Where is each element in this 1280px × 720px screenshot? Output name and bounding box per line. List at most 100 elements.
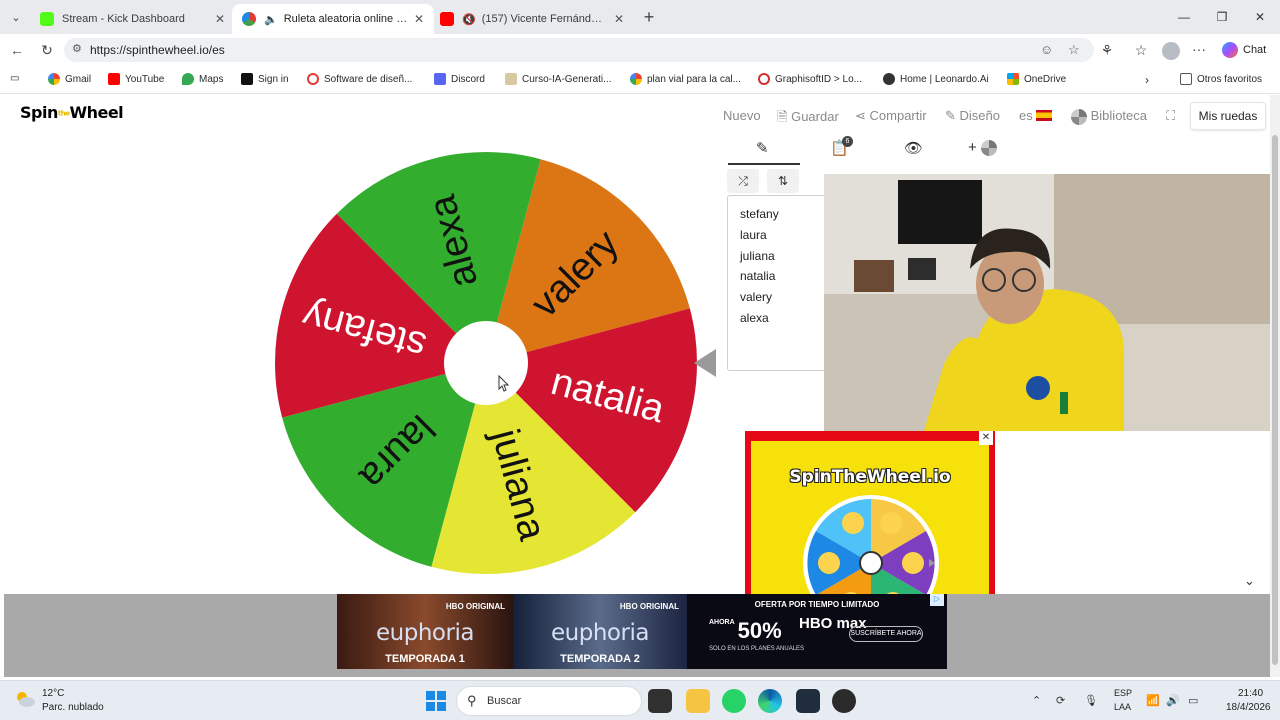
subscribe-button[interactable]: SUSCRÍBETE AHORA xyxy=(849,626,923,642)
promo-percent: 50% xyxy=(737,618,782,643)
hide-eye-icon[interactable]: 👁 xyxy=(904,139,923,157)
windows-start-icon[interactable] xyxy=(426,691,446,711)
bookmark-maps[interactable]: Maps xyxy=(182,73,223,85)
bookmark-sign-in[interactable]: Sign in xyxy=(241,73,289,85)
translate-icon[interactable]: ☺ xyxy=(1040,42,1053,57)
logo-the: the xyxy=(57,109,70,118)
close-icon[interactable]: ✕ xyxy=(215,12,225,26)
bookmark-discord[interactable]: Discord xyxy=(434,73,485,85)
partly-cloudy-icon[interactable] xyxy=(14,690,36,708)
task-view-icon[interactable] xyxy=(648,689,672,713)
bookmark-gmail[interactable]: Gmail xyxy=(48,73,91,85)
keyboard-layout[interactable]: LAA xyxy=(1114,702,1131,712)
whatsapp-icon[interactable] xyxy=(722,689,746,713)
new-tab-button[interactable]: + xyxy=(638,6,660,28)
ad-close-icon[interactable]: ✕ xyxy=(979,431,993,445)
chevron-up-icon[interactable]: ⌃ xyxy=(1032,694,1041,707)
add-wheel-button[interactable]: + xyxy=(968,139,997,157)
chevron-right-icon[interactable]: › xyxy=(1145,73,1149,87)
bookmark-software[interactable]: Software de diseñ... xyxy=(307,73,412,85)
diseno-button[interactable]: ✎ Diseño xyxy=(945,108,1000,124)
entries-list-tab[interactable]: 📋 6 xyxy=(830,136,853,157)
address-bar[interactable]: ⚙ https://spinthewheel.io/es ☺ ☆ xyxy=(64,38,1094,62)
page-scrollbar[interactable] xyxy=(1270,95,1280,677)
battery-icon[interactable]: ▭ xyxy=(1188,694,1198,707)
clock-time[interactable]: 21:40 xyxy=(1238,688,1263,699)
bookmark-graphisoft[interactable]: GraphisoftID > Lo... xyxy=(758,73,862,85)
bookmark-curso[interactable]: Curso-IA-Generati... xyxy=(505,73,611,85)
app-icon[interactable] xyxy=(832,689,856,713)
adchoices-icon[interactable]: ▷ xyxy=(930,594,944,606)
back-icon[interactable]: ← xyxy=(6,40,28,60)
microphone-icon[interactable]: 🎙 xyxy=(1084,694,1098,707)
tab-ruleta[interactable]: 🔈 Ruleta aleatoria online – rulet ✕ xyxy=(232,4,434,34)
entry-line[interactable]: stefany xyxy=(740,204,826,225)
promo-footnote: SOLO EN LOS PLANES ANUALES xyxy=(709,646,805,652)
extensions-icon[interactable]: ⚘ xyxy=(1096,40,1118,60)
copilot-chat-button[interactable]: Chat xyxy=(1222,42,1266,58)
sort-button[interactable]: ⇅ xyxy=(767,169,799,193)
more-menu-icon[interactable]: ··· xyxy=(1192,41,1206,57)
entry-line[interactable]: juliana xyxy=(740,246,826,267)
biblioteca-button[interactable]: Biblioteca xyxy=(1071,108,1147,125)
site-info-icon[interactable]: ⚙ xyxy=(72,42,82,55)
obs-icon[interactable] xyxy=(796,689,820,713)
entry-line[interactable]: valery xyxy=(740,287,826,308)
clock-date[interactable]: 18/4/2026 xyxy=(1226,702,1271,713)
reading-list-icon[interactable]: ▭ xyxy=(10,73,19,84)
profile-avatar[interactable] xyxy=(1162,42,1180,60)
scrollbar-thumb[interactable] xyxy=(1272,135,1278,665)
promo-headline: OFERTA POR TIEMPO LIMITADO xyxy=(754,600,880,609)
shuffle-button[interactable]: ⤮ xyxy=(727,169,759,193)
reload-icon[interactable]: ↻ xyxy=(36,40,58,60)
file-explorer-icon[interactable] xyxy=(686,689,710,713)
guardar-button[interactable]: 🗎 Guardar xyxy=(777,108,839,130)
entry-line[interactable]: natalia xyxy=(740,266,826,287)
hbo-max-banner-ad[interactable]: HBO ORIGINAL euphoria TEMPORADA 1 HBO OR… xyxy=(337,594,947,669)
language-selector[interactable]: es xyxy=(1019,108,1052,123)
muted-speaker-icon[interactable]: 🔇 xyxy=(462,13,476,26)
tab-search-icon[interactable]: ⌄ xyxy=(4,6,28,28)
spinthewheel-logo[interactable]: SpintheWheel xyxy=(20,103,124,122)
entry-line[interactable]: alexa xyxy=(740,308,826,329)
close-icon[interactable]: ✕ xyxy=(414,12,424,26)
bookmarks-bar: ▭ Gmail YouTube Maps Sign in Software de… xyxy=(0,66,1280,94)
hbo-original-label: HBO ORIGINAL xyxy=(619,602,679,611)
window-close-icon[interactable]: ✕ xyxy=(1242,6,1278,28)
bookmark-youtube[interactable]: YouTube xyxy=(108,73,164,85)
wheel-icon xyxy=(980,140,997,157)
url-text[interactable]: https://spinthewheel.io/es xyxy=(90,43,225,57)
minimize-icon[interactable]: — xyxy=(1166,6,1202,28)
bookmark-leonardo[interactable]: Home | Leonardo.Ai xyxy=(883,73,989,85)
tab-youtube[interactable]: 🔇 (157) Vicente Fernández - El R ✕ xyxy=(430,4,634,34)
entry-line[interactable]: laura xyxy=(740,225,826,246)
bookmark-onedrive[interactable]: OneDrive xyxy=(1007,73,1066,85)
mis-ruedas-button[interactable]: Mis ruedas xyxy=(1190,102,1266,130)
volume-icon[interactable]: 🔊 xyxy=(1166,694,1180,707)
entries-textarea[interactable]: stefany laura juliana natalia valery ale… xyxy=(727,195,827,371)
other-bookmarks[interactable]: Otros favoritos xyxy=(1180,73,1262,85)
bookmark-star-icon[interactable]: ☆ xyxy=(1068,42,1080,58)
speaker-icon[interactable]: 🔈 xyxy=(264,13,278,26)
fullscreen-icon[interactable]: ⛶ xyxy=(1166,108,1175,124)
wheel-center[interactable] xyxy=(444,321,528,405)
weather-temperature[interactable]: 12°C xyxy=(42,688,64,699)
taskbar-search[interactable]: ⚲ Buscar xyxy=(456,686,642,716)
edge-icon[interactable] xyxy=(758,689,782,713)
favorites-icon[interactable]: ☆ xyxy=(1130,40,1152,60)
spin-wheel[interactable]: valerynataliajulianalaurastefanyalexa xyxy=(274,151,698,575)
close-icon[interactable]: ✕ xyxy=(614,12,624,26)
tab-kick-dashboard[interactable]: Stream - Kick Dashboard ✕ xyxy=(30,4,235,34)
chevron-down-icon[interactable]: ⌄ xyxy=(1244,573,1255,589)
maximize-icon[interactable]: ❐ xyxy=(1204,6,1240,28)
navigation-bar: ← ↻ ⚙ https://spinthewheel.io/es ☺ ☆ ⚘ ☆… xyxy=(0,34,1280,66)
sync-icon[interactable]: ⟳ xyxy=(1056,694,1065,707)
compartir-button[interactable]: ⋖ Compartir xyxy=(855,108,927,124)
wifi-icon[interactable]: 📶 xyxy=(1146,694,1160,707)
weather-description[interactable]: Parc. nublado xyxy=(42,702,104,713)
logo-text: Spin xyxy=(20,103,58,122)
bookmark-plan-vial[interactable]: plan vial para la cal... xyxy=(630,73,741,85)
nuevo-button[interactable]: Nuevo xyxy=(723,108,761,123)
keyboard-language[interactable]: ESP xyxy=(1114,688,1132,698)
edit-pencil-icon[interactable]: ✎ xyxy=(756,139,769,157)
